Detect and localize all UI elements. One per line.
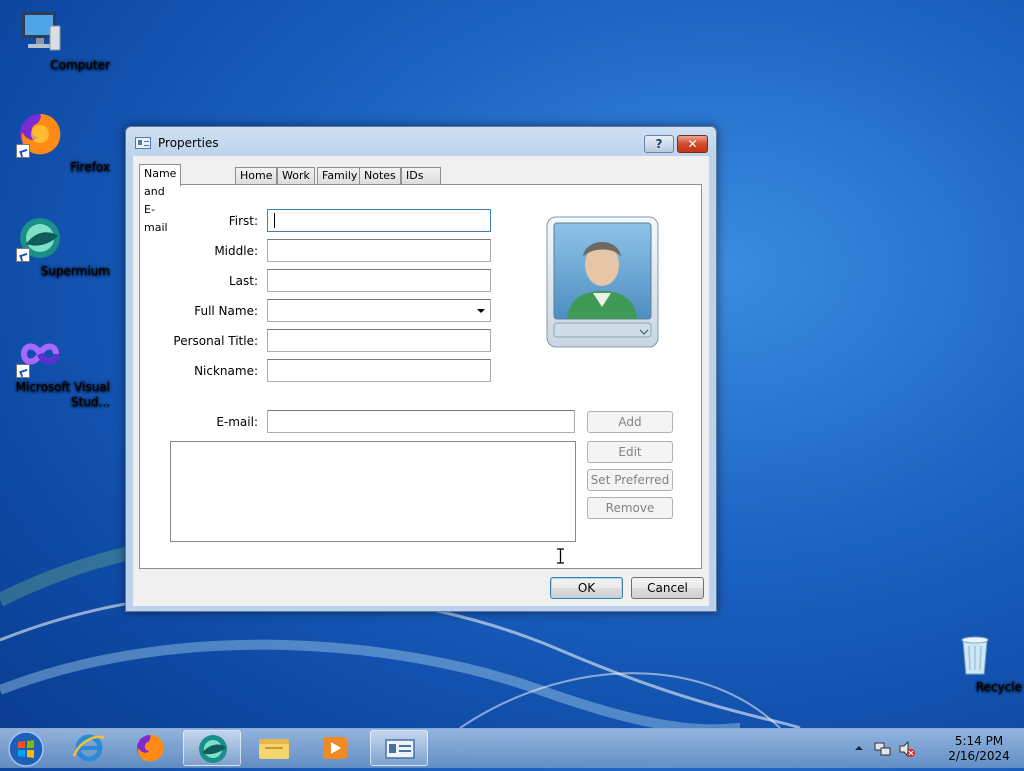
visual-studio-icon — [16, 330, 64, 378]
desktop-icon-supermium[interactable]: Supermium — [0, 214, 110, 278]
taskbar-properties-window[interactable] — [370, 730, 428, 766]
dialog-client: Name and E-mail Home Work Family Notes I… — [133, 156, 709, 606]
edit-email-button[interactable]: Edit — [587, 441, 673, 463]
contact-picture[interactable] — [545, 215, 660, 349]
desktop-icon-label: Computer — [50, 58, 110, 72]
desktop-icon-computer[interactable]: Computer — [0, 8, 110, 72]
firefox-icon — [137, 735, 164, 762]
tab-home[interactable]: Home — [235, 167, 278, 185]
internet-explorer-icon — [72, 734, 105, 762]
taskbar-internet-explorer[interactable] — [60, 730, 118, 766]
ibeam-cursor-icon — [557, 548, 564, 564]
desktop-icon-label: Microsoft Visual Stud... — [15, 380, 110, 409]
personal-title-label: Personal Title: — [173, 334, 258, 348]
ok-button[interactable]: OK — [550, 577, 623, 599]
shortcut-arrow-icon — [16, 364, 30, 378]
dialog-titlebar[interactable]: Properties ? ✕ — [126, 127, 716, 157]
add-email-button[interactable]: Add — [587, 411, 673, 433]
shortcut-arrow-icon — [16, 144, 30, 158]
first-name-input[interactable] — [267, 209, 491, 232]
desktop-icon-firefox[interactable]: Firefox — [0, 110, 110, 174]
full-name-dropdown[interactable] — [267, 299, 491, 322]
folder-icon — [259, 739, 289, 759]
tab-ids[interactable]: IDs — [401, 167, 441, 185]
text-caret — [274, 213, 275, 228]
desktop-icon-visual-studio[interactable]: Microsoft Visual Stud... — [0, 330, 110, 409]
desktop-icon-label: Firefox — [70, 160, 110, 174]
computer-icon — [16, 8, 64, 56]
last-label: Last: — [228, 274, 258, 288]
help-button[interactable]: ? — [644, 135, 674, 153]
clock-date: 2/16/2024 — [948, 749, 1010, 763]
middle-label: Middle: — [214, 244, 258, 258]
email-label: E-mail: — [216, 415, 258, 429]
recycle-bin-icon — [951, 630, 999, 678]
supermium-icon — [16, 214, 64, 262]
taskbar-clock[interactable]: 5:14 PM 2/16/2024 — [944, 734, 1014, 764]
chevron-down-icon — [477, 309, 485, 313]
taskbar-file-explorer[interactable] — [245, 730, 303, 766]
contact-card-icon — [385, 739, 415, 759]
desktop-icon-recycle-bin[interactable]: Recycle Bin — [935, 630, 1024, 694]
properties-dialog: Properties ? ✕ Name and E-mail Home Work… — [125, 126, 717, 612]
volume-muted-icon[interactable] — [898, 740, 916, 758]
dialog-title: Properties — [158, 136, 219, 150]
tab-work[interactable]: Work — [277, 167, 315, 185]
media-player-icon — [323, 737, 347, 759]
network-icon[interactable] — [874, 740, 892, 758]
nickname-input[interactable] — [267, 359, 491, 382]
clock-time: 5:14 PM — [954, 734, 1004, 748]
taskbar-supermium[interactable] — [183, 730, 241, 766]
windows-logo-icon — [8, 731, 44, 767]
show-hidden-icons-icon[interactable] — [854, 743, 864, 753]
email-input[interactable] — [267, 410, 575, 433]
close-button[interactable]: ✕ — [677, 135, 708, 153]
supermium-icon — [199, 735, 227, 763]
nickname-label: Nickname: — [194, 364, 258, 378]
email-list[interactable] — [170, 441, 576, 542]
tab-name-and-email[interactable]: Name and E-mail — [139, 164, 182, 234]
tab-family[interactable]: Family — [317, 167, 363, 185]
desktop-icon-label: Supermium — [40, 264, 110, 278]
cancel-button[interactable]: Cancel — [631, 577, 704, 599]
system-tray: 5:14 PM 2/16/2024 — [854, 729, 1024, 769]
taskbar: 5:14 PM 2/16/2024 — [0, 728, 1024, 768]
firefox-icon — [16, 110, 64, 158]
tab-panel-name-and-email: First: Middle: Last: Full Name: Personal… — [139, 184, 702, 569]
full-name-label: Full Name: — [194, 304, 258, 318]
start-button[interactable] — [6, 730, 46, 768]
taskbar-firefox[interactable] — [121, 730, 179, 766]
remove-email-button[interactable]: Remove — [587, 497, 673, 519]
shortcut-arrow-icon — [16, 248, 30, 262]
avatar-icon — [546, 216, 659, 348]
last-name-input[interactable] — [267, 269, 491, 292]
tab-notes[interactable]: Notes — [359, 167, 401, 185]
set-preferred-button[interactable]: Set Preferred — [587, 469, 673, 491]
contact-card-icon — [135, 137, 151, 149]
personal-title-input[interactable] — [267, 329, 491, 352]
taskbar-media-player[interactable] — [306, 730, 364, 766]
desktop-icon-label: Recycle Bin — [975, 680, 1024, 694]
middle-name-input[interactable] — [267, 239, 491, 262]
